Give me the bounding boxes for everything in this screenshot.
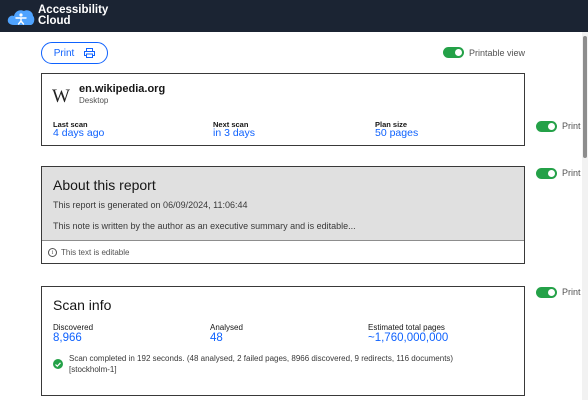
scan-info-print-label: Print	[562, 287, 581, 297]
success-check-icon	[53, 359, 63, 369]
toggle-knob	[548, 123, 555, 130]
scan-summary: Scan completed in 192 seconds. (48 analy…	[69, 354, 489, 375]
site-card-print-toggle[interactable]	[536, 121, 557, 132]
scan-info-print-toggle[interactable]	[536, 287, 557, 298]
scan-region: [stockholm-1]	[69, 364, 117, 374]
info-icon: i	[48, 248, 57, 257]
wikipedia-logo-icon: W	[52, 86, 70, 107]
toggle-knob	[455, 49, 462, 56]
site-card-print-label: Print	[562, 121, 581, 131]
scrollbar-thumb[interactable]	[583, 36, 587, 158]
executive-summary-note[interactable]: This note is written by the author as an…	[53, 221, 356, 231]
site-device: Desktop	[79, 96, 109, 105]
about-title: About this report	[53, 177, 156, 193]
site-domain: en.wikipedia.org	[79, 83, 166, 95]
logo-line-2: Cloud	[38, 15, 71, 27]
scan-info-card: Scan info Discovered 8,966 Analysed 48 E…	[41, 286, 525, 396]
report-generated-text: This report is generated on 06/09/2024, …	[53, 200, 248, 210]
toggle-knob	[548, 289, 555, 296]
discovered-value: 8,966	[53, 332, 82, 344]
next-scan-value: in 3 days	[213, 127, 256, 139]
plan-size-value: 50 pages	[375, 127, 419, 139]
discovered-label: Discovered	[53, 323, 94, 332]
app-logo-text: Accessibility Cloud	[38, 4, 108, 27]
about-report-card: About this report This report is generat…	[41, 166, 525, 264]
scan-summary-line: Scan completed in 192 seconds. (48 analy…	[69, 354, 454, 363]
toggle-knob	[548, 170, 555, 177]
about-editable-area[interactable]: About this report This report is generat…	[42, 167, 524, 241]
printable-view-label: Printable view	[469, 48, 526, 58]
printer-icon	[84, 48, 96, 58]
about-print-label: Print	[562, 168, 581, 178]
editable-hint: i This text is editable	[48, 248, 129, 257]
estimated-total-label: Estimated total pages	[368, 323, 445, 332]
printable-view-toggle[interactable]	[443, 47, 464, 58]
cloud-accessibility-icon	[7, 10, 35, 25]
scan-info-title: Scan info	[53, 297, 112, 313]
analysed-label: Analysed	[210, 323, 243, 332]
app-header: Accessibility Cloud	[0, 0, 588, 32]
print-button-label: Print	[53, 47, 75, 59]
analysed-value: 48	[210, 332, 223, 344]
editable-hint-text: This text is editable	[61, 248, 130, 257]
estimated-total-value: ~1,760,000,000	[368, 332, 449, 344]
about-print-toggle[interactable]	[536, 168, 557, 179]
print-button[interactable]: Print	[41, 42, 108, 64]
site-summary-card: W en.wikipedia.org Desktop Last scan 4 d…	[41, 73, 525, 146]
last-scan-value: 4 days ago	[53, 127, 105, 139]
